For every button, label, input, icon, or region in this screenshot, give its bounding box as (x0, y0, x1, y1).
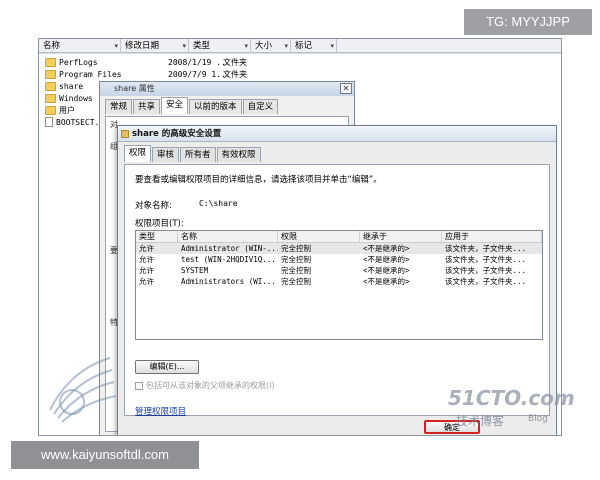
permission-entries-label: 权限项目(T): (135, 219, 184, 229)
file-row-windows[interactable]: Windows (45, 92, 93, 104)
column-modified[interactable]: 修改日期 ▾ (121, 39, 189, 53)
table-row[interactable]: 允许 test (WIN-2HQDIV1Q... 完全控制 <不是继承的> 该文… (136, 254, 542, 265)
object-name-label: 对象名称: (135, 201, 172, 211)
close-icon[interactable]: ✕ (340, 83, 352, 94)
chevron-down-icon[interactable]: ▾ (114, 40, 118, 53)
tg-tag-overlay: TG: MYYJJPP (464, 9, 592, 35)
header-apply-to[interactable]: 应用于 (442, 231, 542, 242)
chevron-down-icon[interactable]: ▾ (284, 40, 288, 53)
folder-icon (45, 81, 56, 91)
adv-titlebar: share 的高级安全设置 (118, 126, 556, 142)
tab-general[interactable]: 常规 (105, 99, 133, 114)
tab-permissions[interactable]: 权限 (124, 145, 152, 162)
wing-logo-watermark-icon (49, 357, 117, 423)
adv-tabs: 权限 审核 所有者 有效权限 (118, 142, 556, 164)
object-name-value: C:\share (199, 199, 238, 208)
inherit-permissions-checkbox[interactable]: 包括可从该对象的父项继承的权限(I) (135, 380, 275, 391)
tab-effective-permissions[interactable]: 有效权限 (216, 147, 261, 162)
tab-security[interactable]: 安全 (161, 97, 189, 114)
file-row-program-files[interactable]: Program Files 2009/7/9 1... 文件夹 (45, 68, 247, 80)
chevron-down-icon[interactable]: ▾ (244, 40, 248, 53)
file-row-share[interactable]: share (45, 80, 83, 92)
permission-entries-table: 类型 名称 权限 继承于 应用于 允许 Administrator (WIN-.… (135, 230, 543, 340)
table-header: 类型 名称 权限 继承于 应用于 (136, 231, 542, 243)
tab-previous-versions[interactable]: 以前的版本 (189, 99, 242, 114)
folder-icon (45, 69, 56, 79)
column-tags[interactable]: 标记 ▾ (291, 39, 337, 53)
header-type[interactable]: 类型 (136, 231, 178, 242)
edit-button[interactable]: 编辑(E)... (135, 360, 199, 374)
chevron-down-icon[interactable]: ▾ (330, 40, 334, 53)
tab-auditing[interactable]: 审核 (152, 147, 180, 162)
file-icon (45, 117, 53, 127)
table-row[interactable]: 允许 Administrator (WIN-... 完全控制 <不是继承的> 该… (136, 243, 542, 254)
tab-customize[interactable]: 自定义 (242, 99, 279, 114)
table-row[interactable]: 允许 SYSTEM 完全控制 <不是继承的> 该文件夹，子文件夹... (136, 265, 542, 276)
file-row-users[interactable]: 用户 (45, 104, 75, 116)
header-inherited-from[interactable]: 继承于 (360, 231, 442, 242)
chevron-down-icon[interactable]: ▾ (182, 40, 186, 53)
watermark-51cto: 51CTO.com (448, 386, 575, 410)
header-name[interactable]: 名称 (178, 231, 278, 242)
folder-icon (45, 93, 56, 103)
folder-icon (45, 57, 56, 67)
watermark-tech-blog: 技术博客 (456, 414, 505, 428)
props-titlebar: share 属性 ✕ (100, 82, 354, 96)
manage-permission-entries-link[interactable]: 管理权限项目 (135, 405, 186, 417)
column-type[interactable]: 类型 ▾ (189, 39, 251, 53)
folder-icon (45, 105, 56, 115)
header-permission[interactable]: 权限 (278, 231, 360, 242)
permissions-page: 要查看或编辑权限项目的详细信息，请选择该项目并单击“编辑”。 对象名称: C:\… (124, 164, 550, 417)
instructions-text: 要查看或编辑权限项目的详细信息，请选择该项目并单击“编辑”。 (135, 175, 382, 185)
site-url-overlay: www.kaiyunsoftdl.com (11, 441, 199, 469)
file-row-perflogs[interactable]: PerfLogs 2008/1/19 ... 文件夹 (45, 56, 247, 68)
tab-owner[interactable]: 所有者 (180, 147, 216, 162)
table-row[interactable]: 允许 Administrators (WI... 完全控制 <不是继承的> 该文… (136, 276, 542, 287)
checkbox-icon[interactable] (135, 381, 143, 390)
props-tabs: 常规 共享 安全 以前的版本 自定义 (100, 96, 354, 116)
tab-sharing[interactable]: 共享 (133, 99, 161, 114)
watermark-blog: Blog (528, 414, 548, 424)
column-size[interactable]: 大小 ▾ (251, 39, 291, 53)
column-name[interactable]: 名称 ▾ (39, 39, 121, 53)
explorer-column-header: 名称 ▾ 修改日期 ▾ 类型 ▾ 大小 ▾ 标记 ▾ (39, 39, 561, 53)
folder-icon (121, 130, 129, 138)
file-row-bootsect[interactable]: BOOTSECT. (45, 116, 99, 128)
